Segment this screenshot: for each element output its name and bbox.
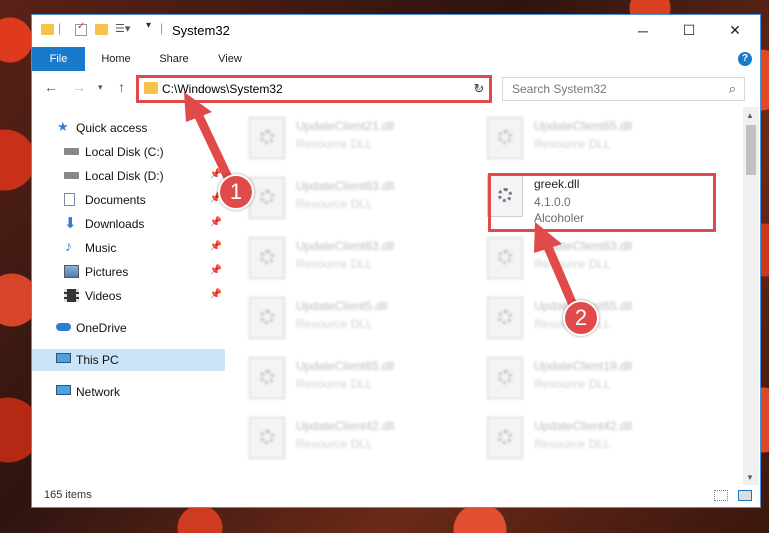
step-2-badge: 2 [563, 300, 599, 336]
annotation-arrows [184, 92, 581, 317]
step-1-badge: 1 [218, 174, 254, 210]
step-2-arrow-shaft [540, 235, 581, 317]
step-1-arrow-shaft [191, 105, 237, 191]
step-2-arrow-head [534, 222, 562, 253]
